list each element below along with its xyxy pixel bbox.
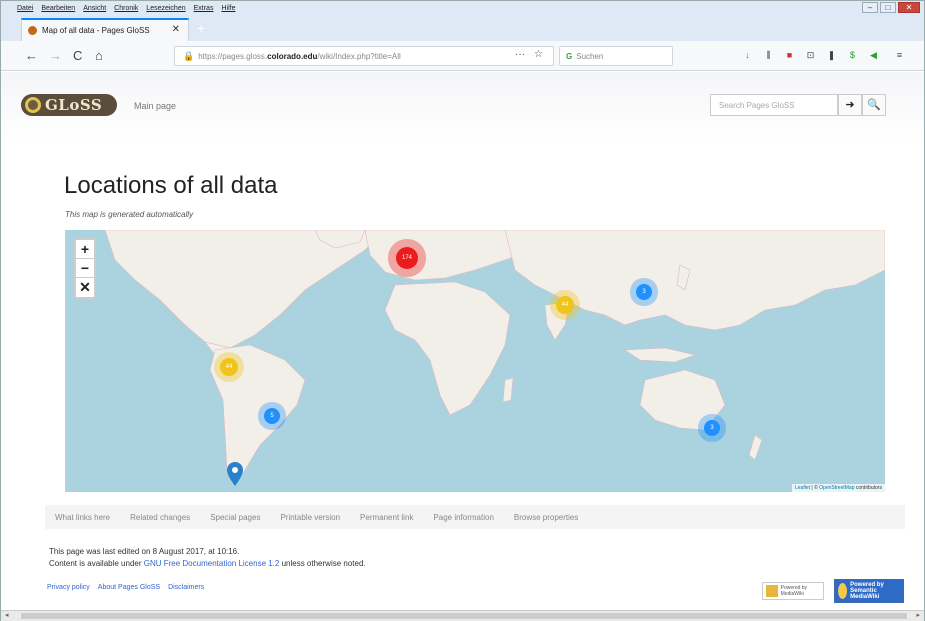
page-subtitle: This map is generated automatically — [65, 210, 194, 219]
site-search-input[interactable]: Search Pages GloSS — [710, 94, 838, 116]
new-tab-button[interactable]: + — [197, 20, 205, 36]
tab-active[interactable]: Map of all data - Pages GloSS ✕ — [21, 18, 189, 41]
leaflet-link[interactable]: Leaflet — [795, 485, 810, 491]
tool-link-special-pages[interactable]: Special pages — [210, 513, 260, 522]
window-controls: – □ ✕ — [862, 2, 920, 13]
last-edited-text: This page was last edited on 8 August 20… — [49, 547, 240, 556]
mediawiki-logo-icon — [766, 585, 778, 597]
navigation-toolbar: ← → C ⌂ 🔒 https://pages.gloss. colorado.e… — [1, 41, 924, 71]
horizontal-scrollbar[interactable]: ◂ ▸ — [1, 610, 924, 621]
footer-link-about-pages-gloss[interactable]: About Pages GloSS — [98, 584, 160, 591]
extension-icon-4[interactable]: ⊡ — [805, 50, 816, 61]
menu-bar: Datei Bearbeiten Ansicht Chronik Lesezeichen… — [1, 5, 235, 12]
page-actions-button[interactable]: ··· — [515, 49, 525, 60]
scrollbar-thumb[interactable] — [21, 613, 907, 619]
close-window-button[interactable]: ✕ — [898, 2, 920, 13]
site-logo[interactable]: GLoSS — [21, 94, 117, 116]
world-map[interactable]: + − ✕ 174 44 3 44 5 3 Leaflet | © OpenStreetM… — [65, 230, 885, 492]
smw-logo-icon — [838, 583, 848, 599]
bookmark-star-icon[interactable]: ☆ — [534, 49, 543, 60]
menu-item-bearbeiten[interactable]: Bearbeiten — [41, 5, 75, 12]
extension-icon-1[interactable]: ↓ — [742, 50, 753, 61]
footer-links: Privacy policy About Pages GloSS Disclaime… — [47, 584, 204, 591]
url-bar[interactable]: 🔒 https://pages.gloss. colorado.edu/wiki/… — [174, 46, 554, 66]
tool-link-what-links-here[interactable]: What links here — [55, 513, 110, 522]
menu-item-ansicht[interactable]: Ansicht — [83, 5, 106, 12]
go-button[interactable]: ➜ — [838, 94, 862, 116]
marker-cluster-south-asia[interactable]: 44 — [556, 296, 574, 314]
page-title: Locations of all data — [64, 172, 278, 199]
tab-close-icon[interactable]: ✕ — [172, 24, 180, 35]
logo-text: GLoSS — [45, 96, 103, 114]
url-domain: colorado.edu — [267, 51, 318, 61]
tool-link-permanent-link[interactable]: Permanent link — [360, 513, 413, 522]
attribution-separator: | © — [810, 485, 820, 491]
scroll-right-icon[interactable]: ▸ — [916, 611, 920, 619]
tool-link-printable-version[interactable]: Printable version — [280, 513, 340, 522]
mediawiki-badge-text: Powered by MediaWiki — [780, 585, 808, 597]
menu-item-extras[interactable]: Extras — [194, 5, 214, 12]
marker-cluster-australia[interactable]: 3 — [704, 420, 720, 436]
main-page-link[interactable]: Main page — [134, 101, 176, 111]
marker-cluster-northern-south-america[interactable]: 44 — [220, 358, 238, 376]
marker-cluster-europe[interactable]: 174 — [396, 247, 418, 269]
license-text: Content is available under GNU Free Docu… — [49, 559, 366, 568]
lock-icon: 🔒 — [183, 50, 195, 61]
home-button[interactable]: ⌂ — [95, 48, 103, 63]
footer-link-privacy-policy[interactable]: Privacy policy — [47, 584, 90, 591]
minimize-button[interactable]: – — [862, 2, 878, 13]
marker-cluster-east-asia[interactable]: 3 — [636, 284, 652, 300]
powered-by-smw-badge[interactable]: Powered by Semantic MediaWiki — [834, 579, 904, 603]
zoom-controls: + − ✕ — [74, 238, 96, 299]
extension-icon-3[interactable]: ■ — [784, 50, 795, 61]
map-attribution: Leaflet | © OpenStreetMap contributors — [792, 484, 885, 492]
scroll-left-icon[interactable]: ◂ — [5, 611, 9, 619]
browser-search-input[interactable]: G Suchen — [559, 46, 673, 66]
zoom-in-button[interactable]: + — [76, 240, 94, 259]
osm-link[interactable]: OpenStreetMap — [819, 485, 854, 491]
forward-button[interactable]: → — [49, 48, 62, 63]
menu-item-datei[interactable]: Datei — [17, 5, 33, 12]
zoom-out-button[interactable]: − — [76, 259, 94, 278]
logo-ring-icon — [25, 97, 41, 113]
menu-item-hilfe[interactable]: Hilfe — [221, 5, 235, 12]
site-favicon-icon — [28, 26, 37, 35]
menu-item-chronik[interactable]: Chronik — [114, 5, 138, 12]
extension-icon-5[interactable]: ❚ — [826, 50, 837, 61]
tab-bar: Map of all data - Pages GloSS ✕ + — [1, 15, 924, 41]
url-suffix: /wiki/Index.php?title=All — [317, 51, 401, 61]
marker-cluster-central-south-america[interactable]: 5 — [264, 408, 280, 424]
back-button[interactable]: ← — [25, 48, 38, 63]
license-prefix: Content is available under — [49, 559, 144, 568]
license-suffix: unless otherwise noted. — [279, 559, 366, 568]
page-content: GLoSS Main page Search Pages GloSS ➜ 🔍 L… — [1, 72, 924, 610]
page-tools-bar: What links here Related changes Special pa… — [45, 505, 905, 529]
hamburger-menu-icon[interactable]: ≡ — [894, 50, 905, 61]
fullscreen-button[interactable]: ✕ — [76, 278, 94, 297]
extension-icon-2[interactable]: ⫼ — [763, 50, 774, 61]
browser-window: Datei Bearbeiten Ansicht Chronik Lesezeichen… — [0, 0, 925, 621]
map-marker-icon[interactable] — [227, 462, 243, 486]
extension-icon-7[interactable]: ◀ — [868, 50, 879, 61]
tool-link-related-changes[interactable]: Related changes — [130, 513, 190, 522]
tool-link-browse-properties[interactable]: Browse properties — [514, 513, 578, 522]
powered-by-mediawiki-badge[interactable]: Powered by MediaWiki — [762, 582, 824, 600]
url-prefix: https://pages.gloss. — [198, 51, 268, 61]
tab-title: Map of all data - Pages GloSS — [42, 26, 150, 35]
license-link[interactable]: GNU Free Documentation License 1.2 — [144, 559, 280, 568]
search-engine-icon: G — [566, 51, 573, 61]
menu-item-lesezeichen[interactable]: Lesezeichen — [146, 5, 185, 12]
tool-link-page-information[interactable]: Page information — [433, 513, 493, 522]
footer-link-disclaimers[interactable]: Disclaimers — [168, 584, 204, 591]
search-button[interactable]: 🔍 — [862, 94, 886, 116]
site-header: GLoSS Main page Search Pages GloSS ➜ 🔍 — [1, 72, 924, 142]
smw-badge-text: Powered by Semantic MediaWiki — [850, 582, 884, 600]
reload-button[interactable]: C — [73, 48, 82, 63]
extension-icon-6[interactable]: $ — [847, 50, 858, 61]
title-bar: Datei Bearbeiten Ansicht Chronik Lesezeichen… — [1, 1, 924, 15]
maximize-button[interactable]: □ — [880, 2, 896, 13]
map-land — [104, 230, 885, 486]
attribution-tail: contributors — [854, 485, 882, 491]
search-placeholder: Suchen — [576, 51, 604, 61]
